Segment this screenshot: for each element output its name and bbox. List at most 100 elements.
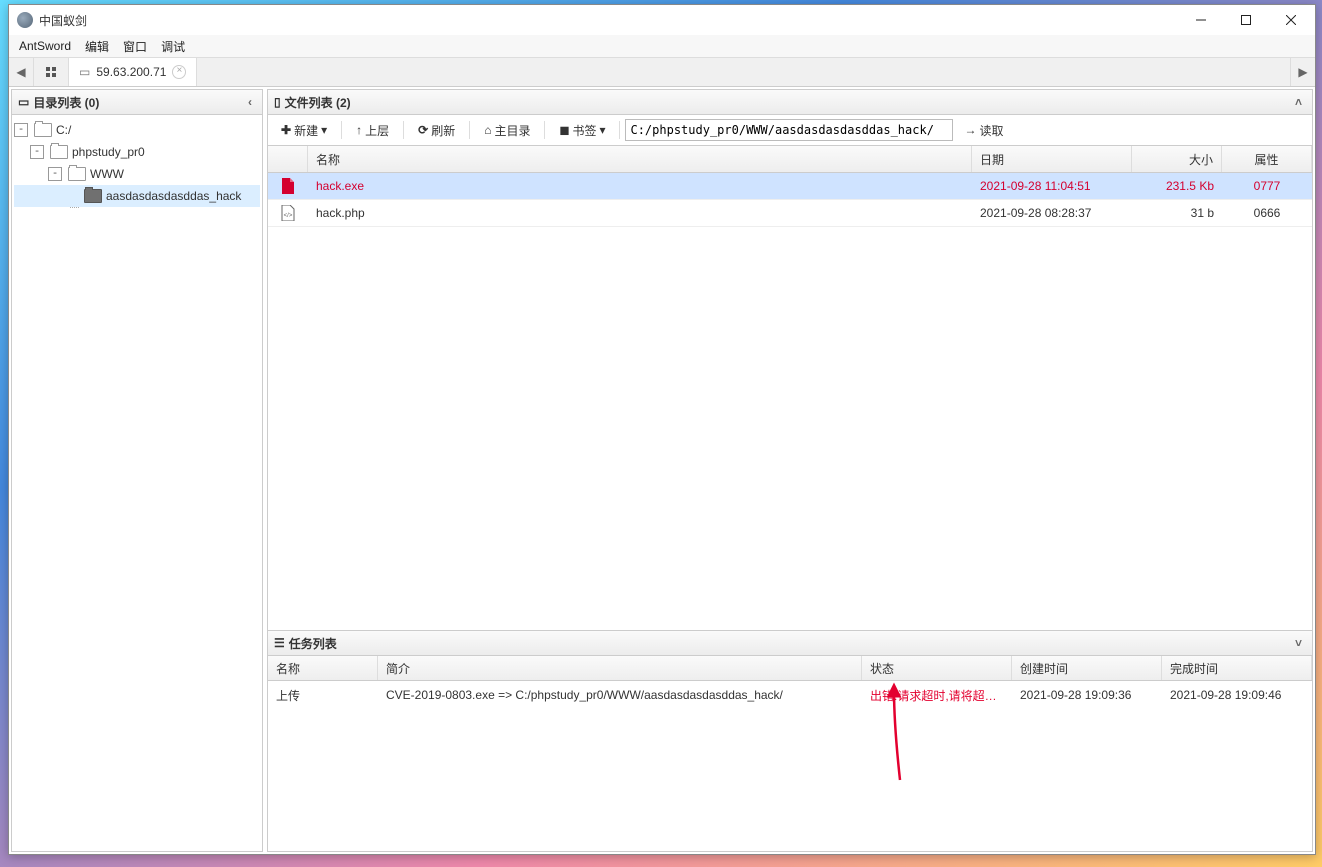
file-toolbar: ✚新建 ▾ ↑上层 ⟳刷新 ⌂主目录 ◼书签 ▾ →读取 [268, 115, 1312, 146]
task-finished: 2021-09-28 19:09:46 [1162, 688, 1312, 702]
task-grid-header: 名称 简介 状态 创建时间 完成时间 [268, 656, 1312, 681]
menu-window[interactable]: 窗口 [119, 37, 151, 56]
menu-debug[interactable]: 调试 [157, 37, 189, 56]
task-desc: CVE-2019-0803.exe => C:/phpstudy_pr0/WWW… [378, 688, 862, 702]
up-button[interactable]: ↑上层 [347, 118, 398, 143]
collapse-icon[interactable]: - [14, 123, 28, 137]
file-icon [281, 178, 295, 194]
minimize-button[interactable] [1178, 5, 1223, 35]
file-attr: 0666 [1222, 206, 1312, 220]
tree-node[interactable]: - phpstudy_pr0 [14, 141, 260, 163]
task-name: 上传 [268, 687, 378, 704]
chevron-down-icon: ▾ [599, 123, 605, 137]
tab-close-icon[interactable]: × [172, 65, 186, 79]
file-size: 31 b [1132, 206, 1222, 220]
file-name: hack.exe [308, 179, 972, 193]
refresh-icon: ⟳ [418, 123, 428, 137]
folder-icon [84, 189, 102, 203]
bookmark-button[interactable]: ◼书签 ▾ [550, 118, 614, 143]
file-date: 2021-09-28 08:28:37 [972, 206, 1132, 220]
folder-icon [50, 145, 68, 159]
list-icon: ☰ [274, 636, 285, 650]
folder-icon [68, 167, 86, 181]
file-panel-header[interactable]: ▯ 文件列表 (2) ˄ [268, 90, 1312, 115]
file-row[interactable]: </> hack.php2021-09-28 08:28:3731 b0666 [268, 200, 1312, 227]
path-input[interactable] [625, 119, 953, 141]
task-status: 出错:请求超时,请将超时时 [862, 687, 1012, 704]
home-icon: ⌂ [484, 123, 491, 137]
titlebar[interactable]: 中国蚁剑 [9, 5, 1315, 35]
file-grid-header: 名称 日期 大小 属性 [268, 146, 1312, 173]
tcol-name[interactable]: 名称 [268, 656, 378, 680]
dir-panel-title: 目录列表 (0) [33, 94, 99, 111]
refresh-button[interactable]: ⟳刷新 [409, 118, 464, 143]
tabs-scroll-left[interactable]: ◀ [9, 58, 34, 86]
menu-antsword[interactable]: AntSword [15, 38, 75, 54]
chevron-up-icon[interactable]: ˄ [1291, 95, 1306, 109]
file-icon: </> [281, 205, 295, 221]
dir-panel-header[interactable]: ▭ 目录列表 (0) ‹ [12, 90, 262, 115]
new-button[interactable]: ✚新建 ▾ [272, 118, 336, 143]
file-panel-title: 文件列表 (2) [285, 94, 351, 111]
file-size: 231.5 Kb [1132, 179, 1222, 193]
task-created: 2021-09-28 19:09:36 [1012, 688, 1162, 702]
tcol-finished[interactable]: 完成时间 [1162, 656, 1312, 680]
tree-node[interactable]: - WWW [14, 163, 260, 185]
chevron-down-icon: ▾ [321, 123, 327, 137]
app-icon [17, 12, 33, 28]
task-panel: ☰ 任务列表 ˅ 名称 简介 状态 创建时间 完成时间 上传CVE-2019-0… [268, 630, 1312, 851]
dir-panel: ▭ 目录列表 (0) ‹ - C:/ - phpstudy_pr0 - [11, 89, 263, 852]
home-button[interactable]: ⌂主目录 [475, 118, 539, 143]
tcol-created[interactable]: 创建时间 [1012, 656, 1162, 680]
bookmark-icon: ◼ [559, 123, 569, 137]
svg-text:</>: </> [284, 213, 293, 219]
tree-node-root[interactable]: - C:/ [14, 119, 260, 141]
tabs-scroll-right[interactable]: ▶ [1290, 58, 1315, 86]
col-date[interactable]: 日期 [972, 146, 1132, 172]
tab-connection[interactable]: ▭ 59.63.200.71 × [69, 58, 197, 86]
tab-home[interactable] [34, 58, 69, 86]
arrow-right-icon: → [964, 123, 976, 137]
col-size[interactable]: 大小 [1132, 146, 1222, 172]
plus-icon: ✚ [281, 123, 291, 137]
col-attr[interactable]: 属性 [1222, 146, 1312, 172]
file-name: hack.php [308, 206, 972, 220]
tree-node-selected[interactable]: aasdasdasdasddas_hack [14, 185, 260, 207]
col-name[interactable]: 名称 [308, 146, 972, 172]
tab-label: 59.63.200.71 [96, 65, 166, 79]
file-attr: 0777 [1222, 179, 1312, 193]
task-row[interactable]: 上传CVE-2019-0803.exe => C:/phpstudy_pr0/W… [268, 681, 1312, 709]
file-rows: hack.exe2021-09-28 11:04:51231.5 Kb0777<… [268, 173, 1312, 630]
task-panel-title: 任务列表 [289, 635, 337, 652]
file-row[interactable]: hack.exe2021-09-28 11:04:51231.5 Kb0777 [268, 173, 1312, 200]
chevron-left-icon[interactable]: ‹ [244, 95, 256, 109]
file-date: 2021-09-28 11:04:51 [972, 179, 1132, 193]
app-window: 中国蚁剑 AntSword 编辑 窗口 调试 ◀ ▭ 59.63.200.71 … [8, 4, 1316, 855]
col-icon[interactable] [268, 146, 308, 172]
collapse-icon[interactable]: - [30, 145, 44, 159]
dir-tree: - C:/ - phpstudy_pr0 - WWW aasd [12, 115, 262, 851]
folder-icon: ▭ [79, 65, 90, 79]
collapse-icon[interactable]: - [48, 167, 62, 181]
file-icon: ▯ [274, 95, 281, 109]
arrow-up-icon: ↑ [356, 123, 362, 137]
window-title: 中国蚁剑 [39, 12, 1178, 29]
chevron-down-icon[interactable]: ˅ [1291, 636, 1306, 650]
tcol-status[interactable]: 状态 [862, 656, 1012, 680]
menubar: AntSword 编辑 窗口 调试 [9, 35, 1315, 57]
task-rows: 上传CVE-2019-0803.exe => C:/phpstudy_pr0/W… [268, 681, 1312, 851]
folder-icon: ▭ [18, 95, 29, 109]
file-panel: ▯ 文件列表 (2) ˄ ✚新建 ▾ ↑上层 ⟳刷新 ⌂主目录 ◼书签 ▾ [267, 89, 1313, 852]
tree-label: WWW [90, 167, 124, 181]
tree-label: aasdasdasdasddas_hack [106, 189, 241, 203]
read-button[interactable]: →读取 [955, 118, 1012, 143]
tabstrip: ◀ ▭ 59.63.200.71 × ▶ [9, 57, 1315, 87]
close-button[interactable] [1268, 5, 1313, 35]
tcol-desc[interactable]: 简介 [378, 656, 862, 680]
menu-edit[interactable]: 编辑 [81, 37, 113, 56]
tree-label: C:/ [56, 123, 71, 137]
folder-icon [34, 123, 52, 137]
task-panel-header[interactable]: ☰ 任务列表 ˅ [268, 631, 1312, 656]
maximize-button[interactable] [1223, 5, 1268, 35]
tree-label: phpstudy_pr0 [72, 145, 145, 159]
